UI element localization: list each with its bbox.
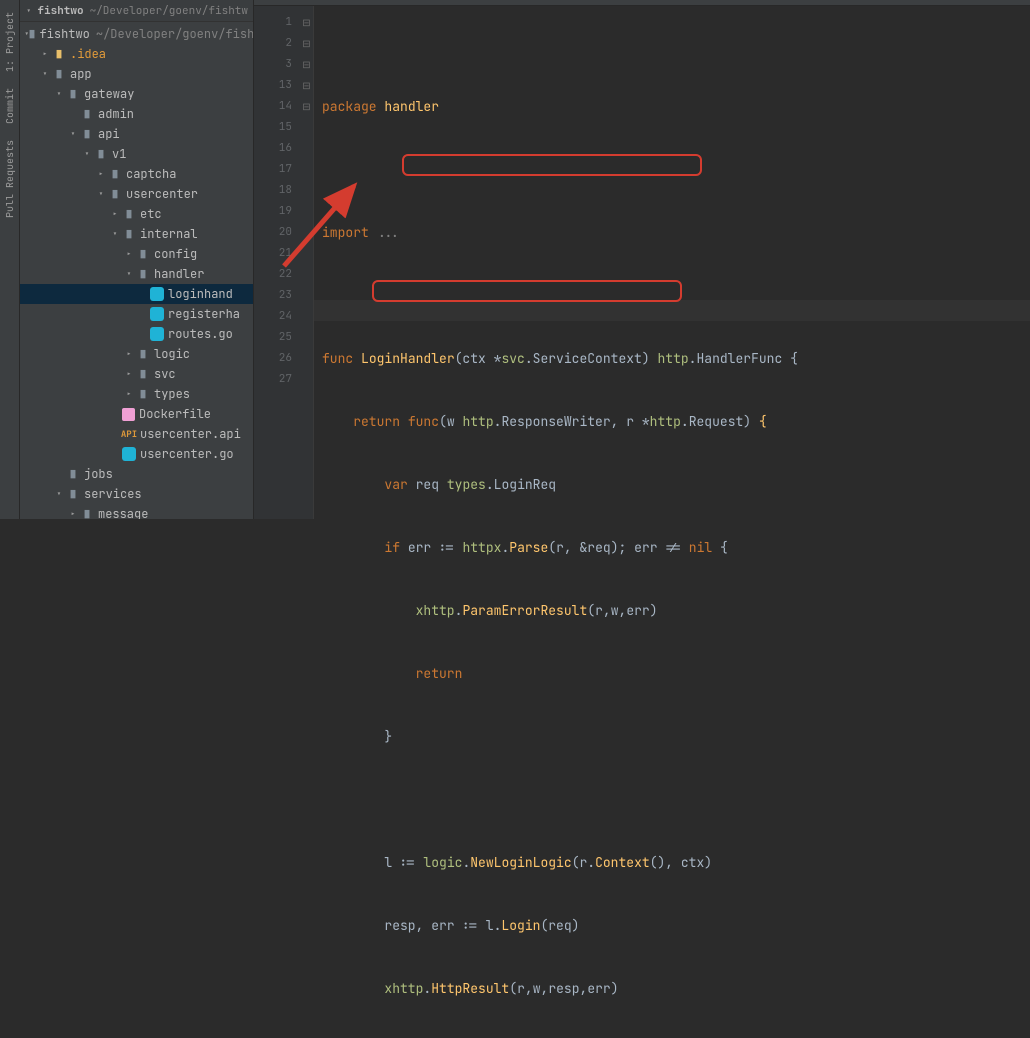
tool-project[interactable]: 1: Project bbox=[3, 12, 16, 72]
breadcrumb-path: ~/Developer/goenv/fishtw bbox=[90, 4, 248, 18]
tree-etc[interactable]: ▸etc bbox=[20, 204, 253, 224]
tree-gateway[interactable]: ▾gateway bbox=[20, 84, 253, 104]
tree-Dockerfile[interactable]: Dockerfile bbox=[20, 404, 253, 424]
project-tree[interactable]: ▾fishtwo~/Developer/goenv/fishtw▸.idea▾a… bbox=[20, 22, 253, 519]
line-number-gutter: 123131415161718192021222324252627 bbox=[254, 6, 300, 519]
tool-pr[interactable]: Pull Requests bbox=[3, 140, 16, 218]
tree-fishtwo[interactable]: ▾fishtwo~/Developer/goenv/fishtw bbox=[20, 24, 253, 44]
tree-usercenter[interactable]: ▾usercenter bbox=[20, 184, 253, 204]
tree-usercenter.api[interactable]: usercenter.api bbox=[20, 424, 253, 444]
tree-config[interactable]: ▸config bbox=[20, 244, 253, 264]
tree-api[interactable]: ▾api bbox=[20, 124, 253, 144]
tree-.idea[interactable]: ▸.idea bbox=[20, 44, 253, 64]
tree-logic[interactable]: ▸logic bbox=[20, 344, 253, 364]
tree-message[interactable]: ▸message bbox=[20, 504, 253, 519]
tree-jobs[interactable]: jobs bbox=[20, 464, 253, 484]
tree-internal[interactable]: ▾internal bbox=[20, 224, 253, 244]
tree-usercenter.go[interactable]: usercenter.go bbox=[20, 444, 253, 464]
editor-pane: 123131415161718192021222324252627 ⊟⊟⊟⊟⊟ … bbox=[254, 0, 1030, 519]
fold-strip[interactable]: ⊟⊟⊟⊟⊟ bbox=[300, 6, 314, 519]
breadcrumb: ▾ fishtwo ~/Developer/goenv/fishtw bbox=[20, 0, 253, 22]
tree-loginhand[interactable]: loginhand bbox=[20, 284, 253, 304]
tree-v1[interactable]: ▾v1 bbox=[20, 144, 253, 164]
tree-app[interactable]: ▾app bbox=[20, 64, 253, 84]
tree-services[interactable]: ▾services bbox=[20, 484, 253, 504]
tree-types[interactable]: ▸types bbox=[20, 384, 253, 404]
tree-admin[interactable]: admin bbox=[20, 104, 253, 124]
left-tool-rail: 1: Project Commit Pull Requests bbox=[0, 0, 20, 519]
code-area[interactable]: package handler import ... func LoginHan… bbox=[314, 6, 1030, 519]
chevron-down-icon[interactable]: ▾ bbox=[26, 5, 31, 17]
tool-commit[interactable]: Commit bbox=[3, 88, 16, 124]
breadcrumb-project[interactable]: fishtwo bbox=[37, 4, 83, 18]
project-sidebar: ▾ fishtwo ~/Developer/goenv/fishtw ▾fish… bbox=[20, 0, 254, 519]
tree-svc[interactable]: ▸svc bbox=[20, 364, 253, 384]
tree-routes.go[interactable]: routes.go bbox=[20, 324, 253, 344]
tree-registerha[interactable]: registerha bbox=[20, 304, 253, 324]
tree-handler[interactable]: ▾handler bbox=[20, 264, 253, 284]
tree-captcha[interactable]: ▸captcha bbox=[20, 164, 253, 184]
